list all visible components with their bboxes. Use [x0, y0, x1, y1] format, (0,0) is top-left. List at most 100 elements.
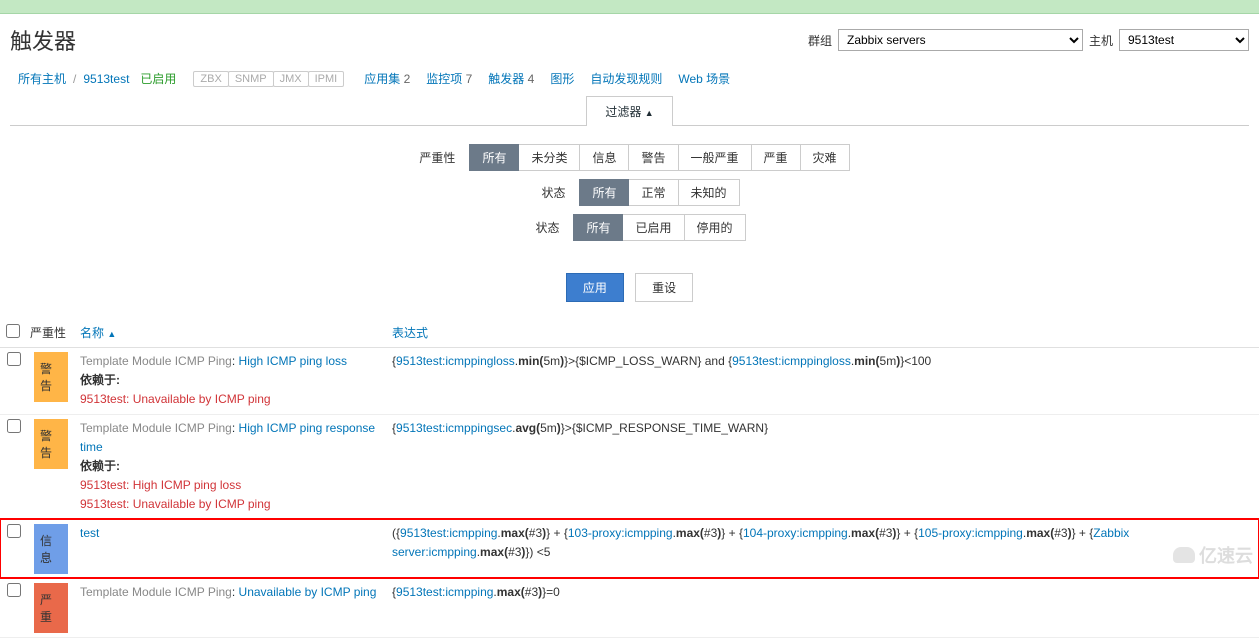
filter-row: 严重性所有未分类信息警告一般严重严重灾难 [10, 144, 1249, 171]
severity-badge: 信息 [34, 524, 68, 574]
filter-label: 状态 [513, 219, 573, 236]
filter-option[interactable]: 未分类 [518, 144, 580, 171]
nav-tab-图形[interactable]: 图形 [542, 72, 582, 86]
collapse-icon: ▲ [645, 108, 654, 118]
cloud-icon [1173, 547, 1195, 563]
filter-option[interactable]: 所有 [579, 179, 629, 206]
triggers-table: 严重性 名称 ▲ 表达式 警告Template Module ICMP Ping… [0, 318, 1259, 638]
header-name[interactable]: 名称 ▲ [74, 318, 386, 348]
severity-cell: 严重 [28, 578, 74, 637]
row-checkbox-cell [0, 578, 28, 637]
filter-option[interactable]: 一般严重 [678, 144, 752, 171]
notification-bar [0, 0, 1259, 14]
host-label: 主机 [1089, 32, 1113, 49]
expression-cell: ({9513test:icmpping.max(#3)} + {103-prox… [386, 519, 1259, 578]
template-link[interactable]: Template Module ICMP Ping [80, 585, 232, 599]
filter-option[interactable]: 所有 [469, 144, 519, 171]
name-cell: Template Module ICMP Ping: High ICMP pin… [74, 414, 386, 519]
row-checkbox-cell [0, 519, 28, 578]
interface-tags: ZBXSNMPJMXIPMI [193, 71, 343, 87]
depends-label: 依赖于: [80, 373, 120, 387]
expression-item-link[interactable]: 104-proxy:icmpping [743, 526, 848, 540]
template-link[interactable]: Template Module ICMP Ping [80, 421, 232, 435]
header-checkbox[interactable] [0, 318, 28, 348]
header-expression[interactable]: 表达式 [386, 318, 1259, 348]
name-cell: Template Module ICMP Ping: Unavailable b… [74, 578, 386, 637]
expression-item-link[interactable]: 103-proxy:icmpping [568, 526, 673, 540]
nav-tab-触发器[interactable]: 触发器 4 [480, 72, 542, 86]
dependency-link[interactable]: 9513test: High ICMP ping loss [80, 478, 241, 492]
group-select[interactable]: Zabbix servers [838, 29, 1083, 51]
row-checkbox[interactable] [7, 583, 21, 597]
table-row: 警告Template Module ICMP Ping: High ICMP p… [0, 348, 1259, 415]
filter-option[interactable]: 停用的 [684, 214, 746, 241]
filter-actions: 应用 重设 [0, 263, 1259, 312]
header-severity[interactable]: 严重性 [28, 318, 74, 348]
table-row: 警告Template Module ICMP Ping: High ICMP p… [0, 414, 1259, 519]
severity-badge: 警告 [34, 419, 68, 469]
sort-asc-icon: ▲ [107, 329, 116, 339]
expression-item-link[interactable]: 105-proxy:icmpping [918, 526, 1023, 540]
filter-option[interactable]: 已启用 [622, 214, 684, 241]
current-host-link[interactable]: 9513test [83, 72, 129, 86]
nav-tab-应用集[interactable]: 应用集 2 [356, 72, 418, 86]
watermark: 亿速云 [1173, 542, 1253, 568]
row-checkbox-cell [0, 348, 28, 415]
trigger-name-link[interactable]: High ICMP ping loss [239, 354, 348, 368]
expression-item-link[interactable]: 9513test:icmpping [396, 585, 493, 599]
expression-cell: {9513test:icmppingsec.avg(5m)}>{$ICMP_RE… [386, 414, 1259, 519]
row-checkbox[interactable] [7, 419, 21, 433]
interface-tag: ZBX [193, 71, 228, 87]
filter-body: 严重性所有未分类信息警告一般严重严重灾难状态所有正常未知的状态所有已启用停用的 [10, 125, 1249, 263]
expression-cell: {9513test:icmpping.max(#3)}=0 [386, 578, 1259, 637]
host-select[interactable]: 9513test [1119, 29, 1249, 51]
all-hosts-link[interactable]: 所有主机 [18, 70, 66, 87]
filter-header: 过滤器 ▲ [0, 95, 1259, 125]
expression-cell: {9513test:icmppingloss.min(5m)}>{$ICMP_L… [386, 348, 1259, 415]
filter-option[interactable]: 严重 [751, 144, 801, 171]
name-cell: test [74, 519, 386, 578]
page-header: 触发器 群组 Zabbix servers 主机 9513test [0, 14, 1259, 66]
filter-label: 状态 [519, 184, 579, 201]
filter-option[interactable]: 未知的 [678, 179, 740, 206]
trigger-name-link[interactable]: Unavailable by ICMP ping [239, 585, 377, 599]
severity-badge: 警告 [34, 352, 68, 402]
nav-tab-自动发现规则[interactable]: 自动发现规则 [582, 72, 670, 86]
table-row: 信息 test ({9513test:icmpping.max(#3)} + {10… [0, 519, 1259, 578]
table-row: 严重Template Module ICMP Ping: Unavailable… [0, 578, 1259, 637]
filter-row: 状态所有正常未知的 [10, 179, 1249, 206]
filter-option[interactable]: 信息 [579, 144, 629, 171]
dependency-link[interactable]: 9513test: Unavailable by ICMP ping [80, 497, 271, 511]
depends-label: 依赖于: [80, 459, 120, 473]
apply-button[interactable]: 应用 [566, 273, 624, 302]
host-selectors: 群组 Zabbix servers 主机 9513test [808, 29, 1249, 51]
row-checkbox[interactable] [7, 352, 21, 366]
group-label: 群组 [808, 32, 832, 49]
interface-tag: JMX [273, 71, 309, 87]
expression-item-link[interactable]: 9513test:icmppingsec [396, 421, 512, 435]
name-cell: Template Module ICMP Ping: High ICMP pin… [74, 348, 386, 415]
nav-tab-监控项[interactable]: 监控项 7 [418, 72, 480, 86]
expression-item-link[interactable]: 9513test:icmppingloss [732, 354, 851, 368]
interface-tag: SNMP [228, 71, 274, 87]
filter-toggle-tab[interactable]: 过滤器 ▲ [586, 96, 672, 126]
page-title: 触发器 [10, 24, 808, 56]
breadcrumb-nav: 所有主机 / 9513test 已启用 ZBXSNMPJMXIPMI 应用集 2… [0, 66, 1259, 95]
severity-cell: 警告 [28, 414, 74, 519]
template-link[interactable]: Template Module ICMP Ping [80, 354, 232, 368]
expression-item-link[interactable]: 9513test:icmpping [400, 526, 497, 540]
reset-button[interactable]: 重设 [635, 273, 693, 302]
filter-option[interactable]: 正常 [628, 179, 678, 206]
filter-option[interactable]: 灾难 [800, 144, 850, 171]
dependency-link[interactable]: 9513test: Unavailable by ICMP ping [80, 392, 271, 406]
trigger-name-link[interactable]: test [80, 526, 99, 540]
nav-tab-Web 场景[interactable]: Web 场景 [670, 72, 738, 86]
filter-option[interactable]: 警告 [628, 144, 678, 171]
enabled-state: 已启用 [132, 70, 184, 87]
row-checkbox[interactable] [7, 524, 21, 538]
expression-item-link[interactable]: 9513test:icmppingloss [396, 354, 515, 368]
severity-cell: 信息 [28, 519, 74, 578]
row-checkbox-cell [0, 414, 28, 519]
breadcrumb-separator: / [69, 72, 80, 86]
filter-option[interactable]: 所有 [573, 214, 623, 241]
